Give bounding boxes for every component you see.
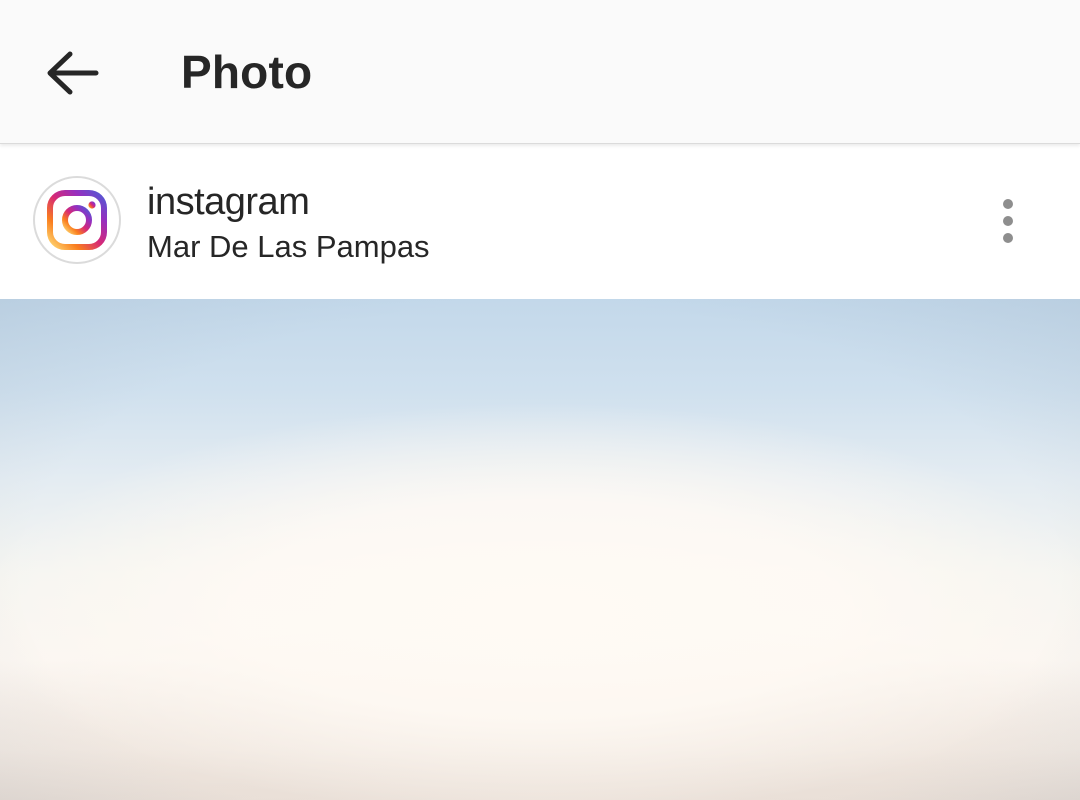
avatar[interactable] (33, 176, 121, 264)
arrow-left-icon (47, 51, 99, 95)
more-vertical-icon (1003, 233, 1013, 243)
back-button[interactable] (28, 30, 116, 116)
photo-screen: Photo instagram Mar De Las Pampas (0, 0, 1080, 800)
username[interactable]: instagram (147, 179, 310, 225)
location-link[interactable]: Mar De Las Pampas (147, 227, 430, 267)
top-toolbar: Photo (0, 0, 1080, 144)
more-vertical-icon (1003, 216, 1013, 226)
more-vertical-icon (1003, 199, 1013, 209)
page-title: Photo (181, 46, 313, 98)
more-options-button[interactable] (980, 189, 1036, 253)
post-header: instagram Mar De Las Pampas (0, 144, 1080, 299)
instagram-logo-icon (47, 190, 107, 250)
post-photo[interactable] (0, 299, 1080, 800)
